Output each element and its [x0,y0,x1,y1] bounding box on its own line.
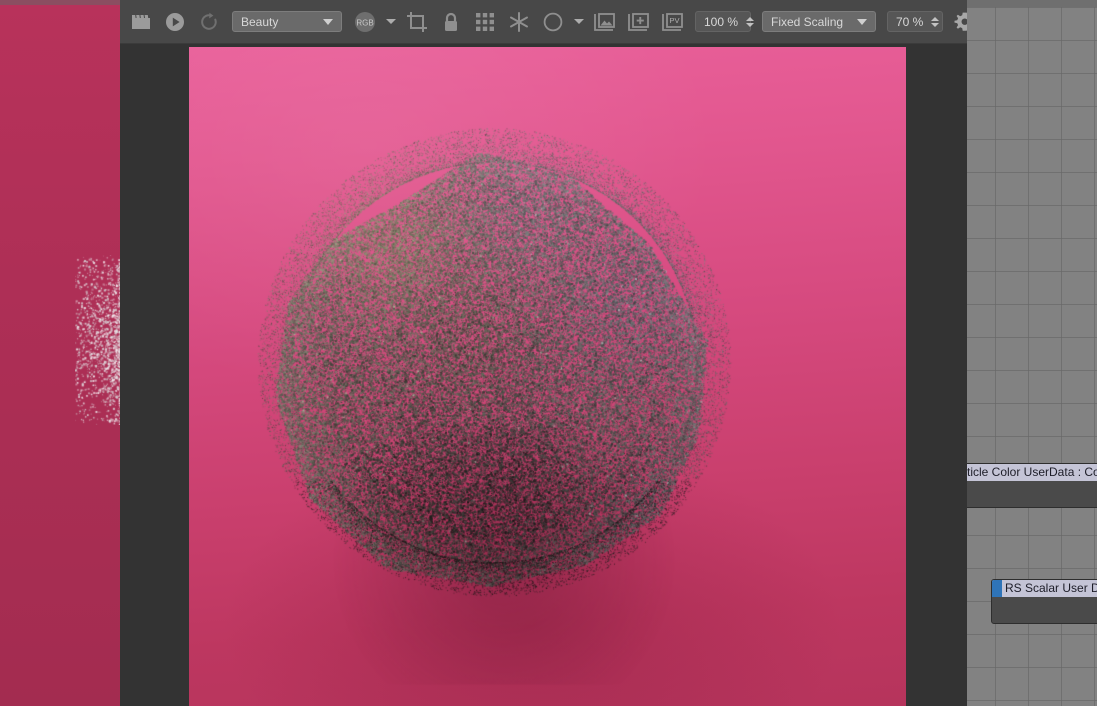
chevron-down-icon [323,18,333,25]
image-icon[interactable] [590,7,620,37]
stepper-up-icon[interactable] [746,16,755,21]
render-pass-combo[interactable]: Beauty [232,11,342,32]
clapper-icon[interactable] [126,7,156,37]
node-editor-panel[interactable]: rticle Color UserData : Co RS Scalar Use… [967,0,1097,706]
play-icon[interactable] [160,7,190,37]
node-accent-tag [992,580,1002,597]
scaling-mode-label: Fixed Scaling [771,14,844,29]
color-profile-dropdown[interactable] [570,7,588,37]
zoom-level-value: 100 % [704,14,739,29]
lock-icon[interactable] [436,7,466,37]
zoom-stepper[interactable] [746,16,755,27]
crop-icon[interactable] [402,7,432,37]
scaling-mode-combo[interactable]: Fixed Scaling [762,11,876,32]
refresh-icon[interactable] [194,7,224,37]
render-view-application: Beauty RGB PV 100 % Fixed Scaling 70 % r… [0,0,1097,706]
grid-icon[interactable] [470,7,500,37]
node-port-label [967,481,1097,507]
circle-icon[interactable] [538,7,568,37]
render-pass-label: Beauty [241,14,279,29]
node-particle-color-userdata[interactable]: rticle Color UserData : Co [967,463,1097,508]
render-view-window: Beauty RGB PV 100 % Fixed Scaling 70 % [120,0,975,706]
scale-stepper[interactable] [931,16,940,27]
background-render-view[interactable] [0,0,120,706]
node-editor-titlebar [967,0,1097,7]
add-image-icon[interactable] [624,7,654,37]
stepper-down-icon[interactable] [931,22,940,27]
chevron-down-icon [574,19,584,24]
render-viewport[interactable] [120,44,967,706]
rgb-channel-dropdown[interactable] [382,7,400,37]
scale-percent-input[interactable]: 70 % [887,11,943,32]
rendered-image[interactable] [189,47,906,706]
stepper-up-icon[interactable] [931,16,940,21]
svg-text:RGB: RGB [356,18,373,27]
pv-icon[interactable]: PV [658,7,688,37]
snowflake-icon[interactable] [504,7,534,37]
node-port-label: Ou [992,597,1097,623]
zoom-level-input[interactable]: 100 % [695,11,755,32]
stepper-down-icon[interactable] [746,22,755,27]
chevron-down-icon [386,19,396,24]
node-title: RS Scalar User Dat [992,580,1097,597]
render-view-toolbar: Beauty RGB PV 100 % Fixed Scaling 70 % [120,0,975,44]
chevron-down-icon [857,18,867,25]
background-window-titlebar [0,0,120,5]
node-title: rticle Color UserData : Co [967,464,1097,481]
scale-percent-value: 70 % [896,14,924,29]
node-rs-scalar-userdata[interactable]: RS Scalar User Dat Ou [991,579,1097,624]
svg-text:PV: PV [669,16,679,25]
rgb-channel-icon[interactable]: RGB [350,7,380,37]
particle-icosahedron-object [189,47,906,706]
background-particle-spray [75,255,120,425]
